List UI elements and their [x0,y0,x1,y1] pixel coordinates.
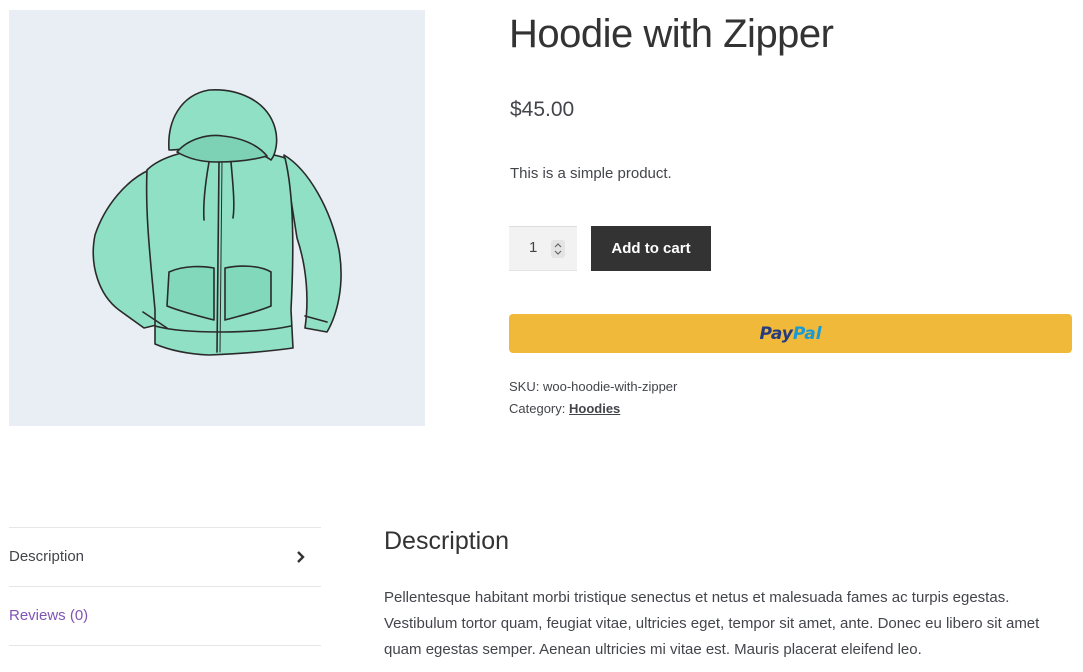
chevron-right-icon [297,551,305,563]
tab-description[interactable]: Description [9,528,321,586]
product-sku: SKU: woo-hoodie-with-zipper [509,379,677,394]
tab-reviews[interactable]: Reviews (0) [9,587,321,645]
tabs-divider [9,645,321,646]
product-short-description: This is a simple product. [510,165,672,182]
quantity-spinner-icon[interactable] [551,240,565,258]
quantity-value[interactable]: 1 [529,239,537,256]
category-link[interactable]: Hoodies [569,401,620,416]
description-heading: Description [384,527,510,555]
product-image[interactable] [9,10,425,426]
category-label: Category: [509,401,566,416]
paypal-logo-pay: Pay [759,323,793,344]
product-category: Category: Hoodies [509,401,620,416]
description-text: Pellentesque habitant morbi tristique se… [384,589,1040,658]
product-price: $45.00 [510,98,575,121]
sku-value: woo-hoodie-with-zipper [542,379,678,394]
hoodie-illustration [92,89,342,356]
product-title: Hoodie with Zipper [509,12,834,56]
paypal-logo-pal: Pal [792,323,822,344]
tab-description-label: Description [9,548,85,565]
add-to-cart-button[interactable]: Add to cart [591,226,711,271]
tab-reviews-label: Reviews (0) [9,607,89,624]
sku-label: SKU: [509,379,540,394]
quantity-stepper[interactable]: 1 [509,226,577,271]
paypal-button[interactable]: Pay Pal [509,314,1072,353]
